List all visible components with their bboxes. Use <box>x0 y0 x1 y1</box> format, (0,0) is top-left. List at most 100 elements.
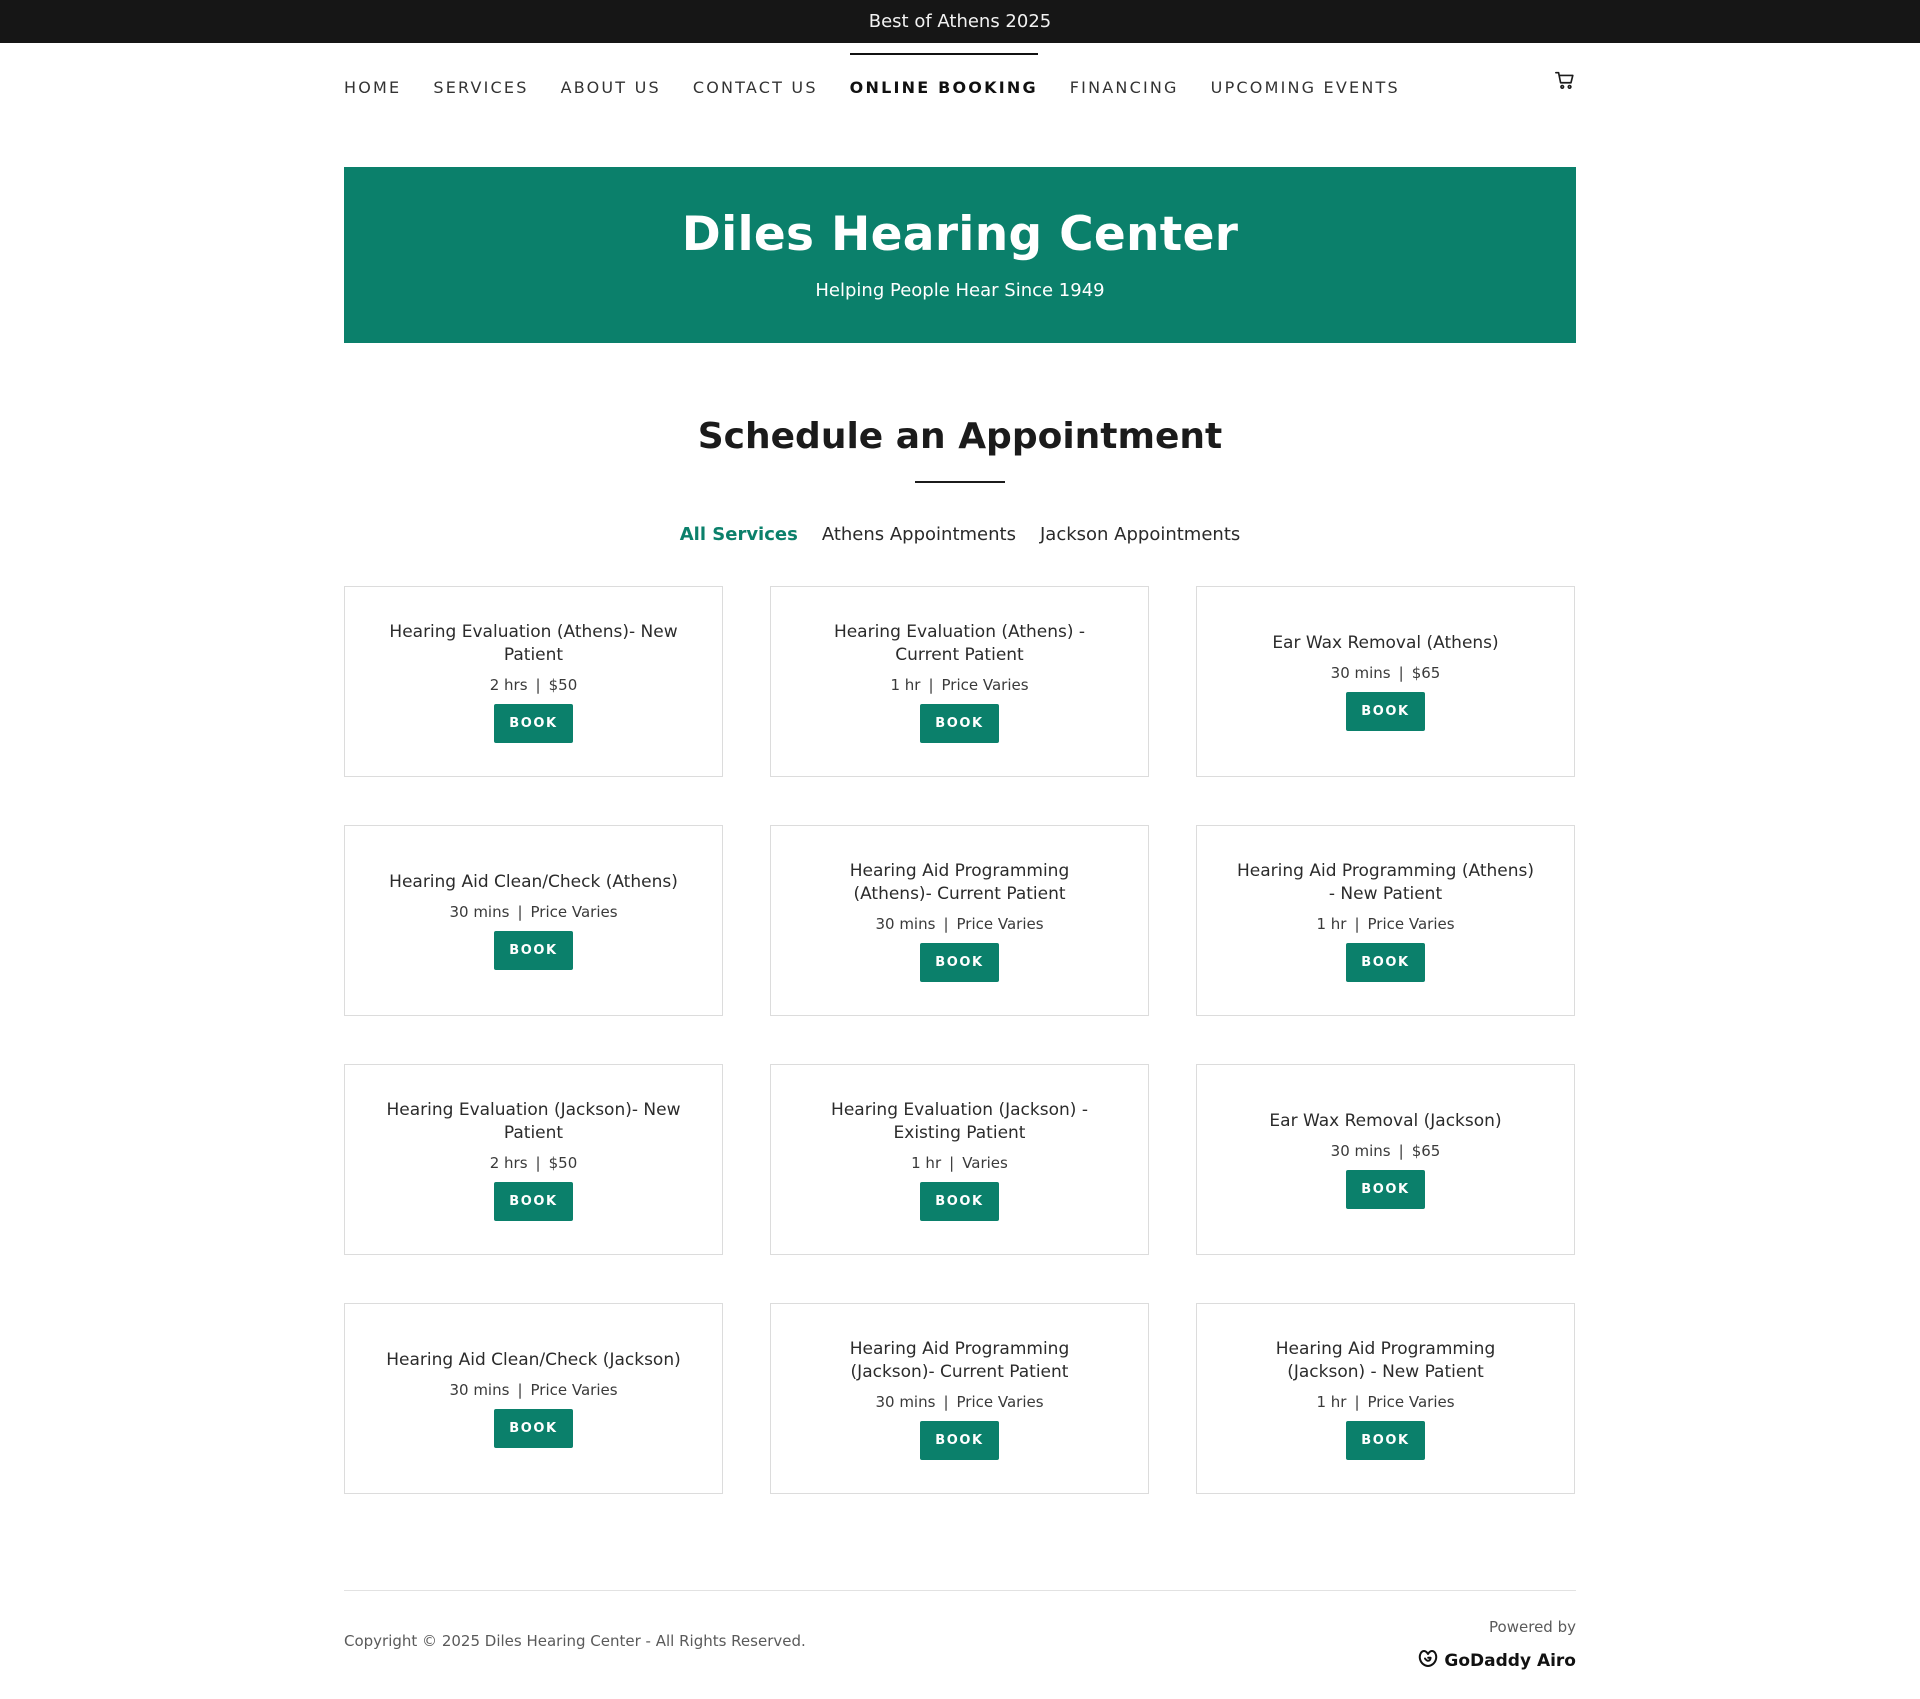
service-price: $50 <box>548 1153 578 1172</box>
service-filter-tabs: All Services Athens Appointments Jackson… <box>344 524 1576 545</box>
service-price: Price Varies <box>1367 1392 1455 1411</box>
service-meta: 2 hrs | $50 <box>489 675 578 694</box>
tab-jackson-appointments[interactable]: Jackson Appointments <box>1040 524 1240 545</box>
book-button[interactable]: BOOK <box>1346 1170 1425 1209</box>
book-button[interactable]: BOOK <box>1346 942 1425 982</box>
book-button[interactable]: BOOK <box>1346 692 1425 731</box>
footer-divider <box>344 1590 1576 1591</box>
service-title: Hearing Aid Programming (Athens)- Curren… <box>849 860 1070 904</box>
book-button[interactable]: BOOK <box>494 1409 573 1448</box>
service-price: Price Varies <box>956 914 1044 933</box>
service-duration: 2 hrs <box>489 1153 528 1172</box>
service-card: Hearing Evaluation (Jackson) - Existing … <box>770 1064 1149 1255</box>
nav-item-home[interactable]: HOME <box>344 78 401 97</box>
service-duration: 30 mins <box>875 1392 936 1411</box>
service-title: Hearing Aid Programming (Jackson) - New … <box>1275 1338 1496 1382</box>
service-price: Price Varies <box>1367 914 1455 933</box>
godaddy-airo-link[interactable]: GoDaddy Airo <box>1416 1646 1576 1675</box>
book-button[interactable]: BOOK <box>494 703 573 743</box>
service-duration: 1 hr <box>1316 1392 1347 1411</box>
service-price: $50 <box>548 675 578 694</box>
service-price: $65 <box>1411 1142 1441 1160</box>
nav-item-online-booking[interactable]: ONLINE BOOKING <box>849 52 1038 97</box>
book-button[interactable]: BOOK <box>920 1420 999 1460</box>
service-duration: 30 mins <box>875 914 936 933</box>
book-button[interactable]: BOOK <box>494 1181 573 1221</box>
service-title: Hearing Aid Clean/Check (Athens) <box>389 872 678 892</box>
cart-icon[interactable] <box>1554 69 1576 91</box>
book-button[interactable]: BOOK <box>920 942 999 982</box>
service-meta: 30 mins | Price Varies <box>449 1381 618 1399</box>
service-meta: 2 hrs | $50 <box>489 1153 578 1172</box>
service-title: Hearing Evaluation (Athens) - Current Pa… <box>833 621 1086 665</box>
service-meta: 1 hr | Price Varies <box>890 675 1029 694</box>
powered-by-text: Powered by <box>1489 1618 1576 1636</box>
service-meta: 1 hr | Price Varies <box>1316 914 1455 933</box>
service-card: Hearing Aid Clean/Check (Jackson) 30 min… <box>344 1303 723 1494</box>
hero-subtitle: Helping People Hear Since 1949 <box>815 280 1105 301</box>
book-button[interactable]: BOOK <box>494 931 573 970</box>
title-underline <box>915 481 1005 483</box>
service-duration: 30 mins <box>1330 1142 1391 1160</box>
service-card: Ear Wax Removal (Jackson) 30 mins | $65 BO… <box>1196 1064 1575 1255</box>
service-card: Hearing Aid Programming (Jackson) - New … <box>1196 1303 1575 1494</box>
nav-item-contact-us[interactable]: CONTACT US <box>693 78 818 97</box>
service-duration: 30 mins <box>449 1381 510 1399</box>
service-duration: 30 mins <box>1330 664 1391 682</box>
service-duration: 30 mins <box>449 903 510 921</box>
service-title: Hearing Evaluation (Jackson)- New Patien… <box>386 1099 681 1143</box>
service-price: Price Varies <box>941 675 1029 694</box>
service-title: Hearing Aid Programming (Athens) - New P… <box>1237 860 1534 904</box>
service-card: Hearing Aid Programming (Athens) - New P… <box>1196 825 1575 1016</box>
service-price: Varies <box>962 1153 1008 1172</box>
service-card: Hearing Evaluation (Jackson)- New Patien… <box>344 1064 723 1255</box>
service-title: Hearing Aid Clean/Check (Jackson) <box>386 1350 681 1370</box>
service-duration: 2 hrs <box>489 675 528 694</box>
service-meta: 30 mins | Price Varies <box>875 914 1044 933</box>
service-card: Ear Wax Removal (Athens) 30 mins | $65 BOO… <box>1196 586 1575 777</box>
service-meta: 1 hr | Varies <box>911 1153 1008 1172</box>
section-title: Schedule an Appointment <box>697 416 1223 457</box>
brand-name: GoDaddy Airo <box>1444 1650 1576 1671</box>
copyright-text: Copyright © 2025 Diles Hearing Center - … <box>344 1632 806 1650</box>
nav-item-financing[interactable]: FINANCING <box>1070 78 1179 97</box>
service-duration: 1 hr <box>911 1153 942 1172</box>
service-price: Price Varies <box>956 1392 1044 1411</box>
services-grid: Hearing Evaluation (Athens)- New Patient… <box>344 586 1576 1494</box>
nav-item-about-us[interactable]: ABOUT US <box>561 78 661 97</box>
service-card: Hearing Evaluation (Athens)- New Patient… <box>344 586 723 777</box>
nav-links: HOME SERVICES ABOUT US CONTACT US ONLINE… <box>344 43 1432 131</box>
service-card: Hearing Aid Programming (Athens)- Curren… <box>770 825 1149 1016</box>
main-nav: HOME SERVICES ABOUT US CONTACT US ONLINE… <box>344 43 1576 131</box>
hero-title: Diles Hearing Center <box>681 207 1239 262</box>
service-meta: 30 mins | Price Varies <box>449 903 618 921</box>
godaddy-logo-icon <box>1416 1646 1440 1675</box>
service-meta: 30 mins | $65 <box>1330 664 1441 682</box>
service-title: Hearing Aid Programming (Jackson)- Curre… <box>849 1338 1070 1382</box>
service-meta: 30 mins | $65 <box>1330 1142 1441 1160</box>
service-duration: 1 hr <box>1316 914 1347 933</box>
nav-item-upcoming-events[interactable]: UPCOMING EVENTS <box>1211 78 1400 97</box>
service-title: Ear Wax Removal (Athens) <box>1272 633 1499 653</box>
service-card: Hearing Aid Programming (Jackson)- Curre… <box>770 1303 1149 1494</box>
service-duration: 1 hr <box>890 675 921 694</box>
service-meta: 1 hr | Price Varies <box>1316 1392 1455 1411</box>
announcement-text: Best of Athens 2025 <box>868 11 1052 32</box>
service-card: Hearing Evaluation (Athens) - Current Pa… <box>770 586 1149 777</box>
service-card: Hearing Aid Clean/Check (Athens) 30 mins… <box>344 825 723 1016</box>
tab-athens-appointments[interactable]: Athens Appointments <box>822 524 1016 545</box>
service-title: Hearing Evaluation (Jackson) - Existing … <box>831 1099 1088 1143</box>
service-title: Ear Wax Removal (Jackson) <box>1269 1111 1502 1131</box>
tab-all-services[interactable]: All Services <box>680 524 798 545</box>
service-meta: 30 mins | Price Varies <box>875 1392 1044 1411</box>
service-price: Price Varies <box>530 903 618 921</box>
book-button[interactable]: BOOK <box>1346 1420 1425 1460</box>
nav-item-services[interactable]: SERVICES <box>433 78 528 97</box>
announcement-bar: Best of Athens 2025 <box>0 0 1920 43</box>
service-title: Hearing Evaluation (Athens)- New Patient <box>389 621 678 665</box>
hero-banner: Diles Hearing Center Helping People Hear… <box>344 167 1576 343</box>
book-button[interactable]: BOOK <box>920 703 999 743</box>
service-price: $65 <box>1411 664 1441 682</box>
service-price: Price Varies <box>530 1381 618 1399</box>
book-button[interactable]: BOOK <box>920 1181 999 1221</box>
